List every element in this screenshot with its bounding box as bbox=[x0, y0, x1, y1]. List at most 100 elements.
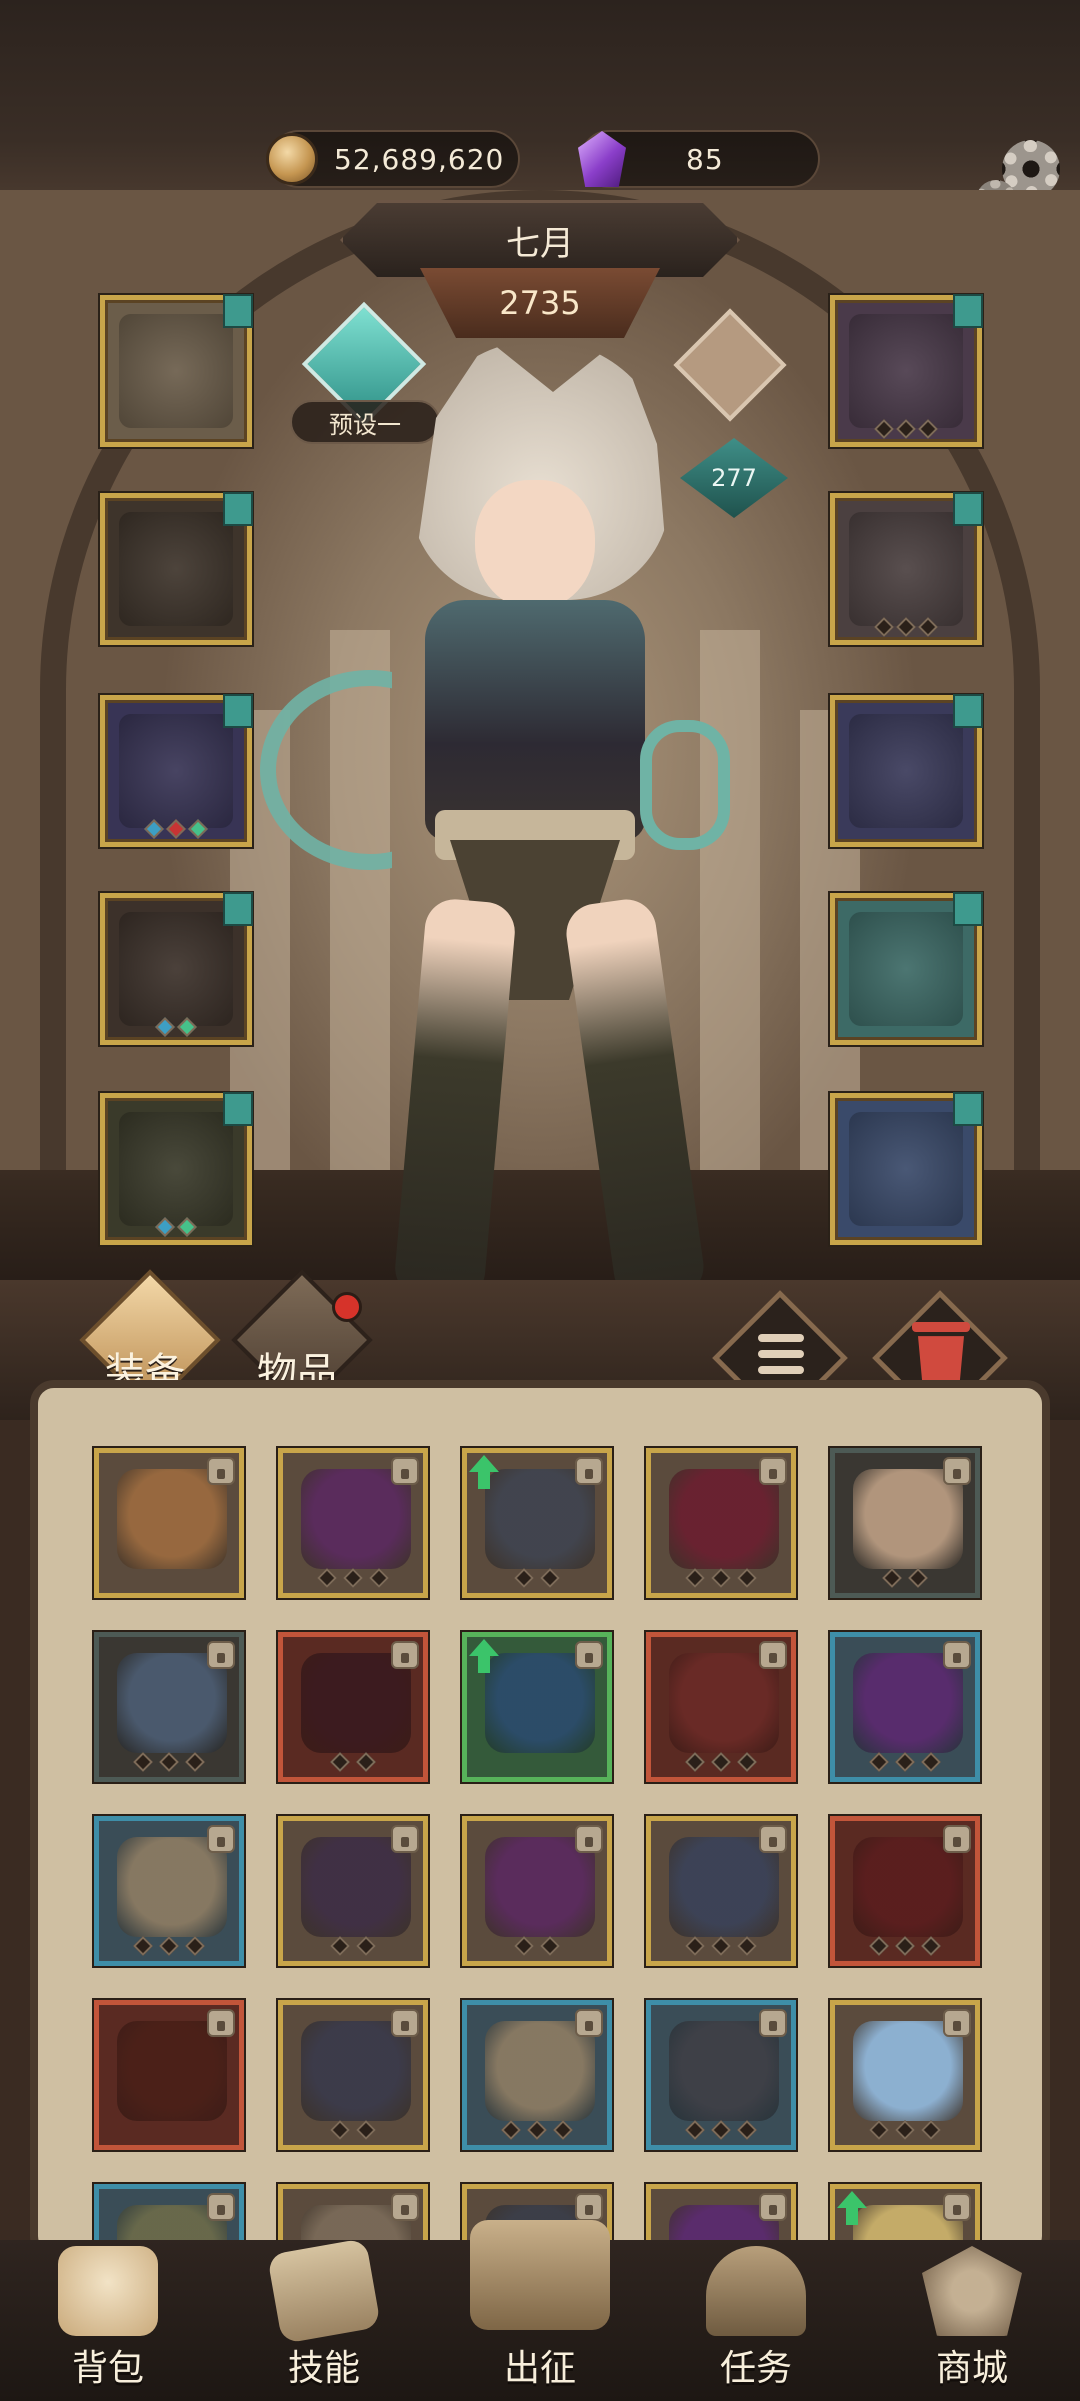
lock-icon[interactable] bbox=[207, 1457, 235, 1485]
gem-socket-icon bbox=[737, 1936, 757, 1956]
nav-expedition-label: 出征 bbox=[503, 2348, 576, 2389]
quest-horn-icon bbox=[706, 2246, 806, 2336]
lock-icon[interactable] bbox=[759, 1457, 787, 1485]
inventory-item[interactable] bbox=[830, 2000, 980, 2150]
nav-bag[interactable]: 背包 bbox=[18, 2240, 198, 2401]
gem-socket-icon bbox=[177, 1017, 197, 1037]
wings-slot[interactable] bbox=[100, 294, 253, 447]
gem-socket-icon bbox=[869, 1752, 889, 1772]
inventory-item[interactable] bbox=[462, 1448, 612, 1598]
trash-icon bbox=[918, 1336, 964, 1386]
inventory-item[interactable] bbox=[646, 1632, 796, 1782]
inventory-item[interactable] bbox=[646, 2000, 796, 2150]
bracer-slot[interactable] bbox=[830, 892, 983, 1045]
inventory-item[interactable] bbox=[278, 1448, 428, 1598]
socket-row bbox=[467, 2120, 607, 2140]
pants-slot[interactable] bbox=[100, 892, 253, 1045]
nav-shop[interactable]: 商城 bbox=[882, 2240, 1062, 2401]
lock-icon[interactable] bbox=[759, 2009, 787, 2037]
lock-icon[interactable] bbox=[207, 1825, 235, 1853]
inventory-item[interactable] bbox=[462, 1632, 612, 1782]
gauntlet-slot[interactable] bbox=[830, 1092, 983, 1245]
lock-icon[interactable] bbox=[391, 1641, 419, 1669]
gem-socket-icon bbox=[188, 819, 208, 839]
gem-socket-icon bbox=[155, 1017, 175, 1037]
inventory-item[interactable] bbox=[462, 1816, 612, 1966]
lock-icon[interactable] bbox=[575, 2193, 603, 2221]
socket-row bbox=[651, 1568, 791, 1588]
gem-socket-icon bbox=[540, 1568, 560, 1588]
shoulder-slot[interactable] bbox=[100, 694, 253, 847]
wings-icon bbox=[119, 314, 233, 428]
inventory-item[interactable] bbox=[830, 1448, 980, 1598]
top-bar: 52,689,620 85 bbox=[0, 0, 1080, 220]
lock-icon[interactable] bbox=[943, 2009, 971, 2037]
inventory-grid bbox=[94, 1448, 980, 2252]
gem-socket-icon bbox=[166, 819, 186, 839]
inventory-item[interactable] bbox=[830, 1632, 980, 1782]
gold-counter[interactable]: 52,689,620 bbox=[266, 130, 520, 188]
inventory-item[interactable] bbox=[462, 2000, 612, 2150]
gem-socket-icon bbox=[685, 1568, 705, 1588]
gem-socket-icon bbox=[159, 1936, 179, 1956]
lock-icon[interactable] bbox=[759, 1641, 787, 1669]
inventory-item[interactable] bbox=[94, 1632, 244, 1782]
gem-socket-icon bbox=[874, 419, 894, 439]
lock-icon[interactable] bbox=[207, 1641, 235, 1669]
lock-icon[interactable] bbox=[943, 1457, 971, 1485]
sort-icon bbox=[758, 1334, 804, 1382]
nav-expedition[interactable]: 出征 bbox=[450, 2220, 630, 2401]
nav-quests[interactable]: 任务 bbox=[666, 2240, 846, 2401]
ring-slot[interactable] bbox=[830, 492, 983, 645]
gem-socket-icon bbox=[711, 1936, 731, 1956]
boots-slot[interactable] bbox=[100, 1092, 253, 1245]
lock-icon[interactable] bbox=[207, 2009, 235, 2037]
necklace-slot[interactable] bbox=[830, 294, 983, 447]
notification-dot bbox=[332, 1292, 362, 1322]
inventory-item[interactable] bbox=[94, 1816, 244, 1966]
socket-row bbox=[835, 1936, 975, 1956]
lock-icon[interactable] bbox=[391, 2193, 419, 2221]
lock-icon[interactable] bbox=[575, 2009, 603, 2037]
lock-icon[interactable] bbox=[943, 1825, 971, 1853]
gem-socket-icon bbox=[514, 1936, 534, 1956]
socket-row bbox=[651, 1752, 791, 1772]
inventory-grid-container[interactable] bbox=[30, 1380, 1050, 2260]
inventory-item[interactable] bbox=[646, 1816, 796, 1966]
inventory-item[interactable] bbox=[646, 1448, 796, 1598]
lock-icon[interactable] bbox=[943, 1641, 971, 1669]
lock-icon[interactable] bbox=[759, 1825, 787, 1853]
gem-counter[interactable]: 85 bbox=[578, 130, 820, 188]
socket-row bbox=[835, 419, 977, 439]
gem-socket-icon bbox=[369, 1568, 389, 1588]
lock-icon[interactable] bbox=[575, 1825, 603, 1853]
inventory-item[interactable] bbox=[278, 2000, 428, 2150]
equipped-flag-icon bbox=[953, 294, 983, 328]
gem-socket-icon bbox=[177, 1217, 197, 1237]
lock-icon[interactable] bbox=[575, 1457, 603, 1485]
lock-icon[interactable] bbox=[943, 2193, 971, 2221]
lock-icon[interactable] bbox=[391, 1825, 419, 1853]
inventory-item[interactable] bbox=[830, 1816, 980, 1966]
gem-socket-icon bbox=[330, 1752, 350, 1772]
equipped-flag-icon bbox=[223, 892, 253, 926]
inventory-item[interactable] bbox=[278, 1816, 428, 1966]
inventory-item[interactable] bbox=[278, 1632, 428, 1782]
gem-socket-icon bbox=[918, 419, 938, 439]
gold-value: 52,689,620 bbox=[334, 142, 505, 176]
inventory-item[interactable] bbox=[94, 1448, 244, 1598]
socket-row bbox=[283, 1752, 423, 1772]
lock-icon[interactable] bbox=[575, 1641, 603, 1669]
lock-icon[interactable] bbox=[207, 2193, 235, 2221]
lock-icon[interactable] bbox=[391, 2009, 419, 2037]
gauntlet-icon bbox=[849, 1112, 963, 1226]
gem-socket-icon bbox=[317, 1568, 337, 1588]
nav-skills[interactable]: 技能 bbox=[234, 2238, 414, 2401]
lock-icon[interactable] bbox=[391, 1457, 419, 1485]
gem-socket-icon bbox=[896, 419, 916, 439]
inventory-item[interactable] bbox=[94, 2000, 244, 2150]
empty-armor-slot[interactable] bbox=[100, 492, 253, 645]
lock-icon[interactable] bbox=[759, 2193, 787, 2221]
gem-socket-icon bbox=[501, 2120, 521, 2140]
chain-ring-slot[interactable] bbox=[830, 694, 983, 847]
